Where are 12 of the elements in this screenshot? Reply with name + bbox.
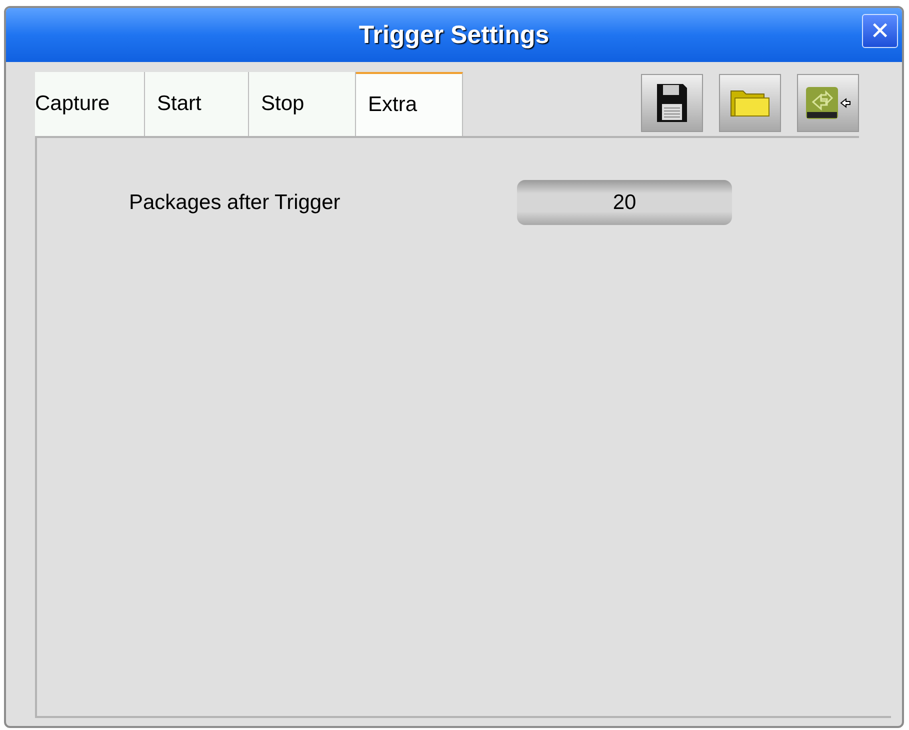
input-field[interactable]: 20 — [517, 180, 732, 225]
tab[interactable]: Extra — [356, 72, 463, 136]
field-label: Packages after Trigger — [129, 190, 342, 214]
save-button[interactable] — [641, 74, 703, 132]
module-arrow-icon — [805, 86, 851, 120]
window-title: Trigger Settings — [358, 20, 550, 50]
tab[interactable]: Stop — [249, 72, 356, 136]
open-folder-button[interactable] — [719, 74, 781, 132]
tab[interactable]: Start — [145, 72, 249, 136]
tab[interactable]: Capture — [35, 72, 145, 136]
import-button[interactable] — [797, 74, 859, 132]
close-button[interactable]: ✕ — [862, 14, 898, 48]
